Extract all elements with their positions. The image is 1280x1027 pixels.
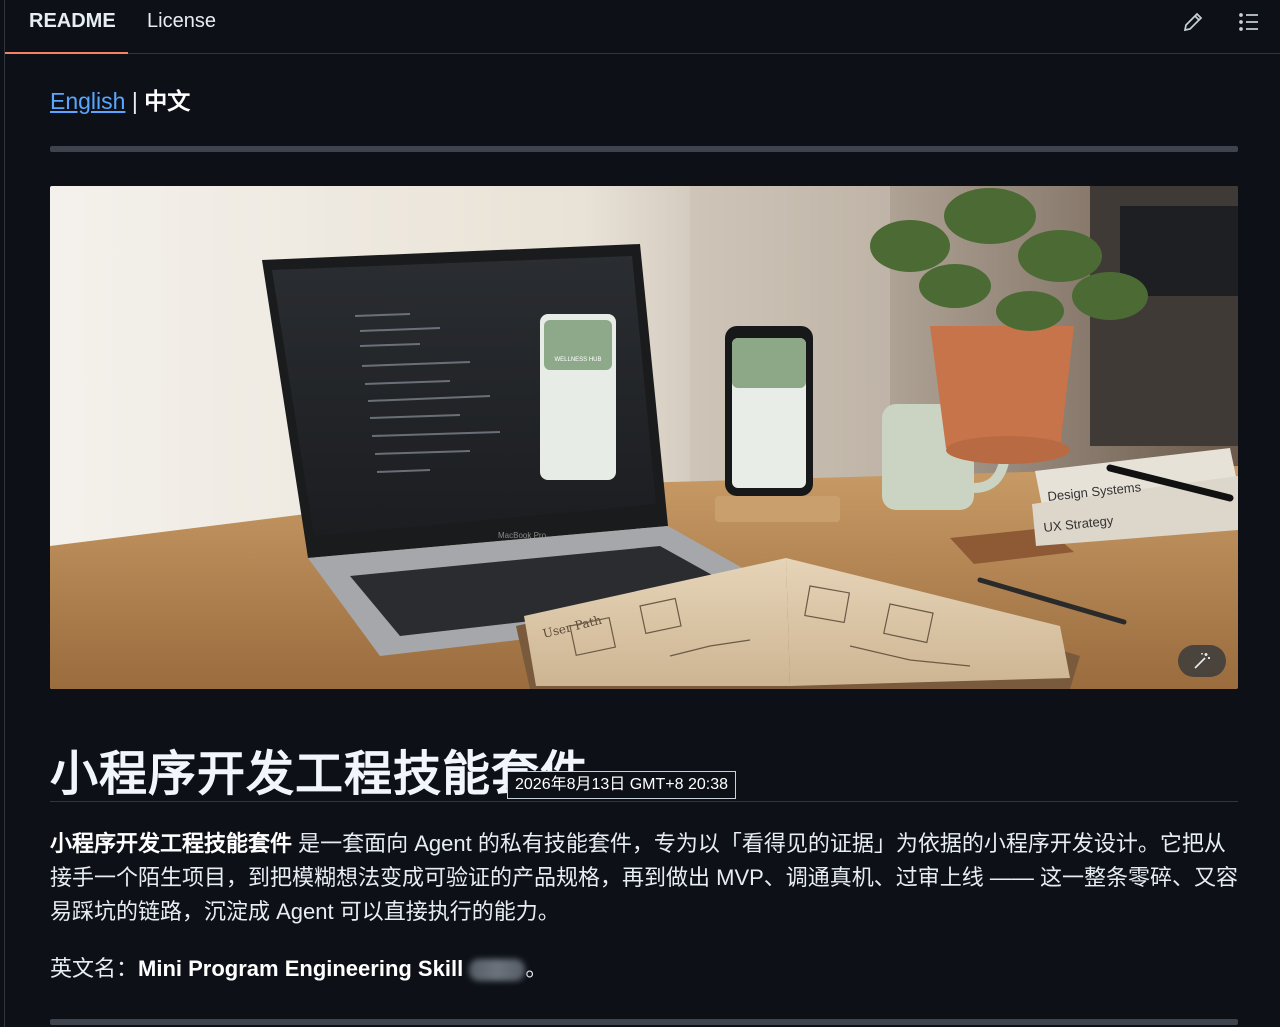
- english-name-end: 。: [525, 956, 548, 981]
- intro-bold: 小程序开发工程技能套件: [50, 831, 293, 856]
- heading-underline: [50, 801, 1238, 802]
- tab-bar: README License: [5, 0, 1280, 54]
- intro-paragraph: 小程序开发工程技能套件 是一套面向 Agent 的私有技能套件，专为以「看得见的…: [50, 827, 1240, 929]
- hero-image: WELLNESS HUB MacBook Pro Design Systems …: [50, 186, 1238, 689]
- laptop-brand: MacBook Pro: [498, 531, 547, 540]
- chinese-label: 中文: [144, 88, 191, 114]
- redacted-text: [469, 959, 526, 982]
- english-link[interactable]: English: [50, 88, 125, 114]
- app-screen-title: WELLNESS HUB: [554, 357, 601, 363]
- english-name-value: Mini Program Engineering Skill: [138, 956, 464, 981]
- english-name-label: 英文名：: [50, 956, 139, 981]
- divider-bottom: [50, 1019, 1238, 1025]
- language-separator: |: [131, 88, 138, 114]
- list-outline-icon[interactable]: [1237, 10, 1261, 34]
- english-name-line: 英文名：Mini Program Engineering Skill 。: [50, 952, 547, 986]
- tab-readme[interactable]: README: [5, 0, 128, 54]
- divider-top: [50, 146, 1238, 152]
- tab-license[interactable]: License: [147, 0, 216, 54]
- timestamp-tooltip: 2026年8月13日 GMT+8 20:38: [507, 771, 737, 799]
- language-switch: English | 中文: [50, 82, 190, 116]
- pencil-icon[interactable]: [1181, 10, 1205, 34]
- magic-wand-icon[interactable]: [1178, 645, 1226, 677]
